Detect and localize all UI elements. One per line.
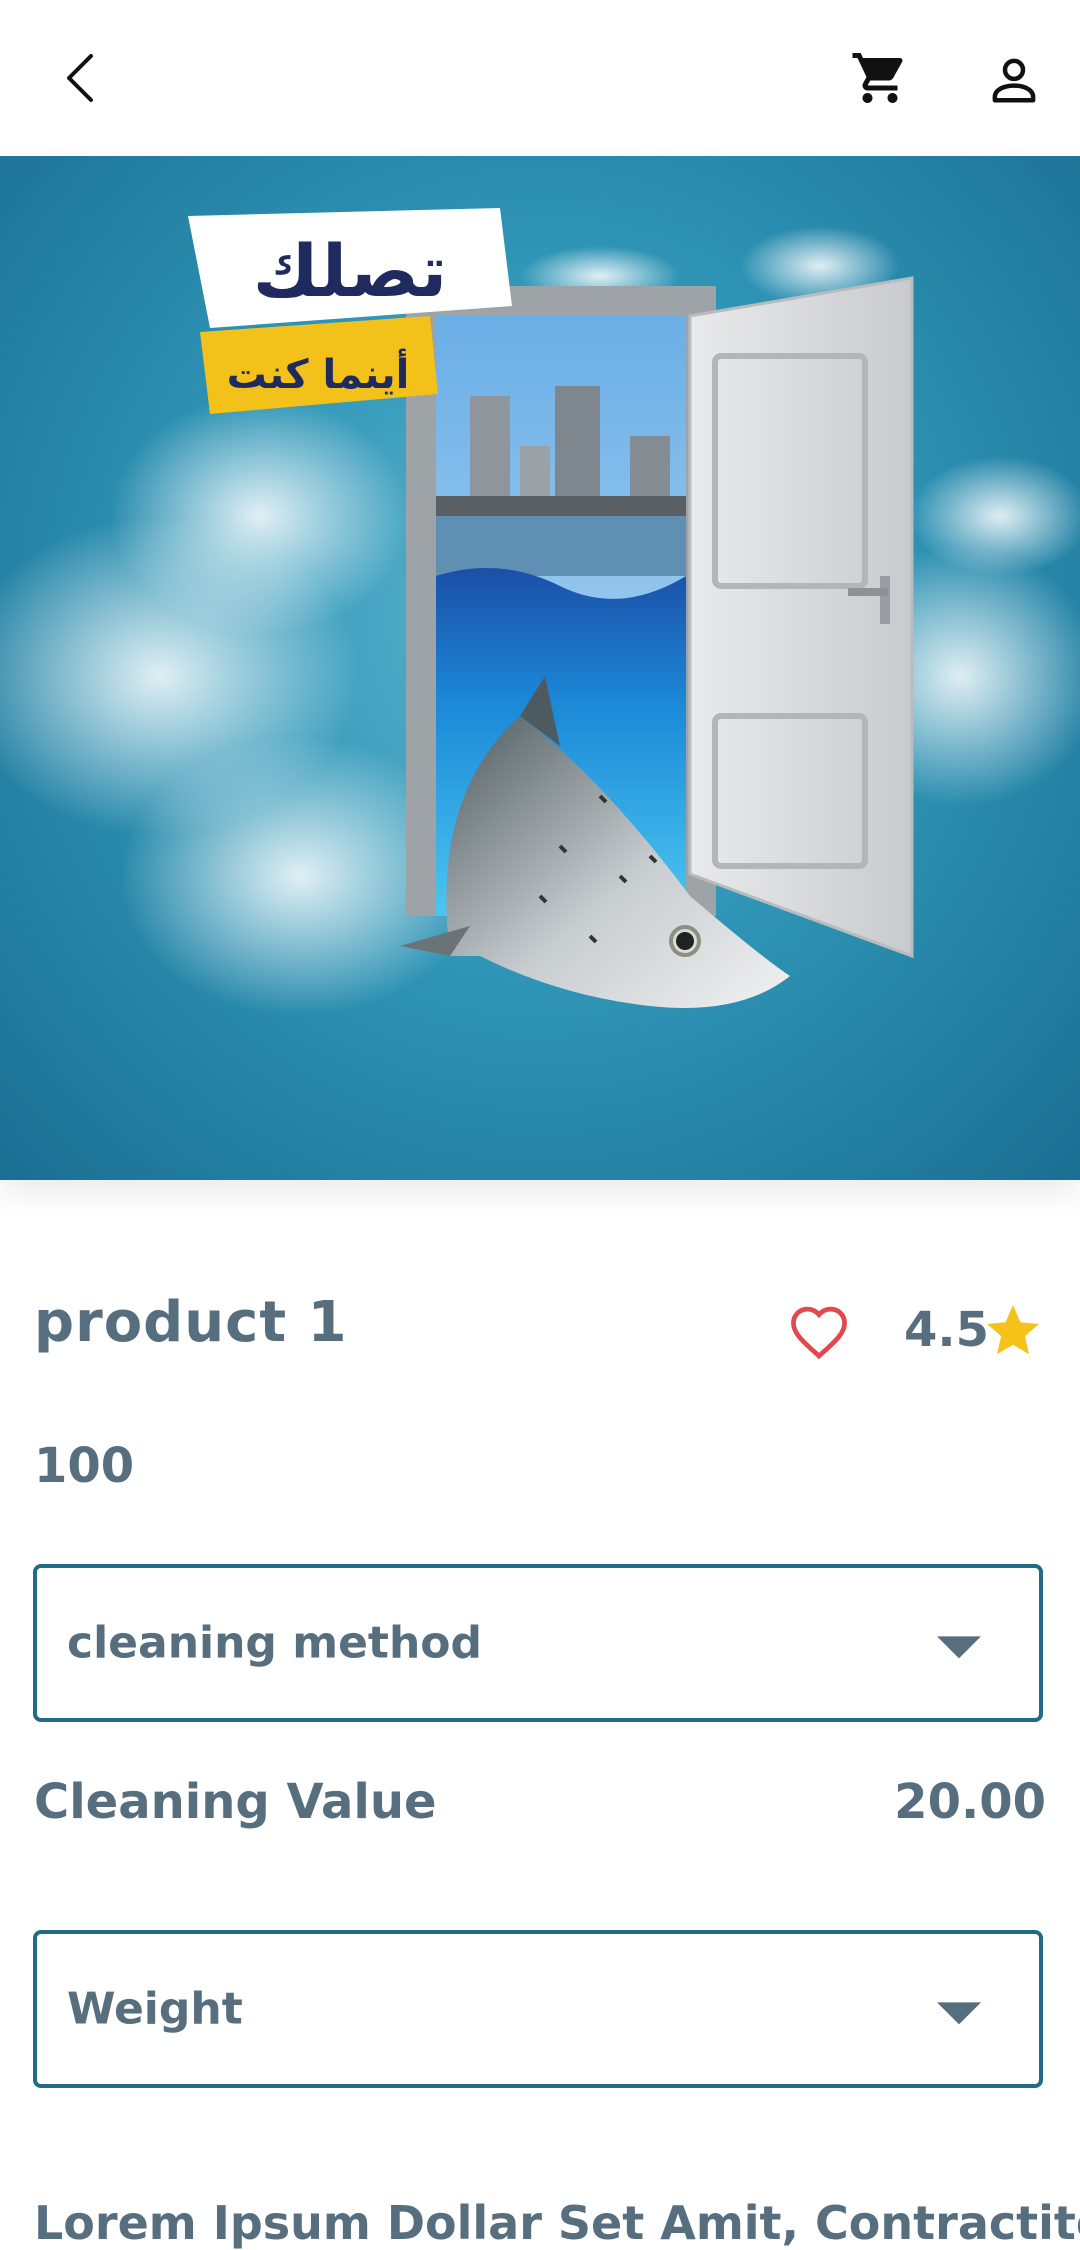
banner-title: تصلك — [253, 229, 447, 313]
cleaning-value-label: Cleaning Value — [34, 1774, 437, 1830]
top-app-bar — [0, 0, 1080, 156]
cart-button[interactable] — [840, 38, 920, 118]
product-description: Lorem Ipsum Dollar Set Amit, Contractito… — [34, 2196, 1080, 2250]
cleaning-method-label: cleaning method — [67, 1617, 483, 1669]
star-icon — [987, 1305, 1039, 1355]
product-image: تصلك أينما كنت — [0, 156, 1080, 1180]
product-illustration: تصلك أينما كنت — [0, 208, 1080, 1016]
product-price: 100 — [34, 1438, 135, 1494]
chevron-left-icon — [67, 54, 93, 102]
user-icon — [992, 58, 1036, 103]
favorite-button[interactable] — [782, 1296, 856, 1366]
cleaning-method-dropdown[interactable]: cleaning method — [33, 1564, 1043, 1722]
profile-button[interactable] — [974, 40, 1054, 120]
dropdown-arrow-icon — [937, 2002, 981, 2025]
cleaning-value: 20.00 — [894, 1774, 1046, 1830]
weight-dropdown[interactable]: Weight — [33, 1930, 1043, 2088]
heart-icon — [791, 1306, 847, 1360]
product-name: product 1 — [34, 1290, 348, 1355]
shopping-cart-icon — [852, 53, 903, 103]
rating-value: 4.5 — [904, 1302, 990, 1358]
back-button[interactable] — [44, 40, 114, 116]
dropdown-arrow-icon — [937, 1636, 981, 1659]
banner-subtitle: أينما كنت — [227, 348, 410, 398]
weight-label: Weight — [67, 1983, 243, 2035]
